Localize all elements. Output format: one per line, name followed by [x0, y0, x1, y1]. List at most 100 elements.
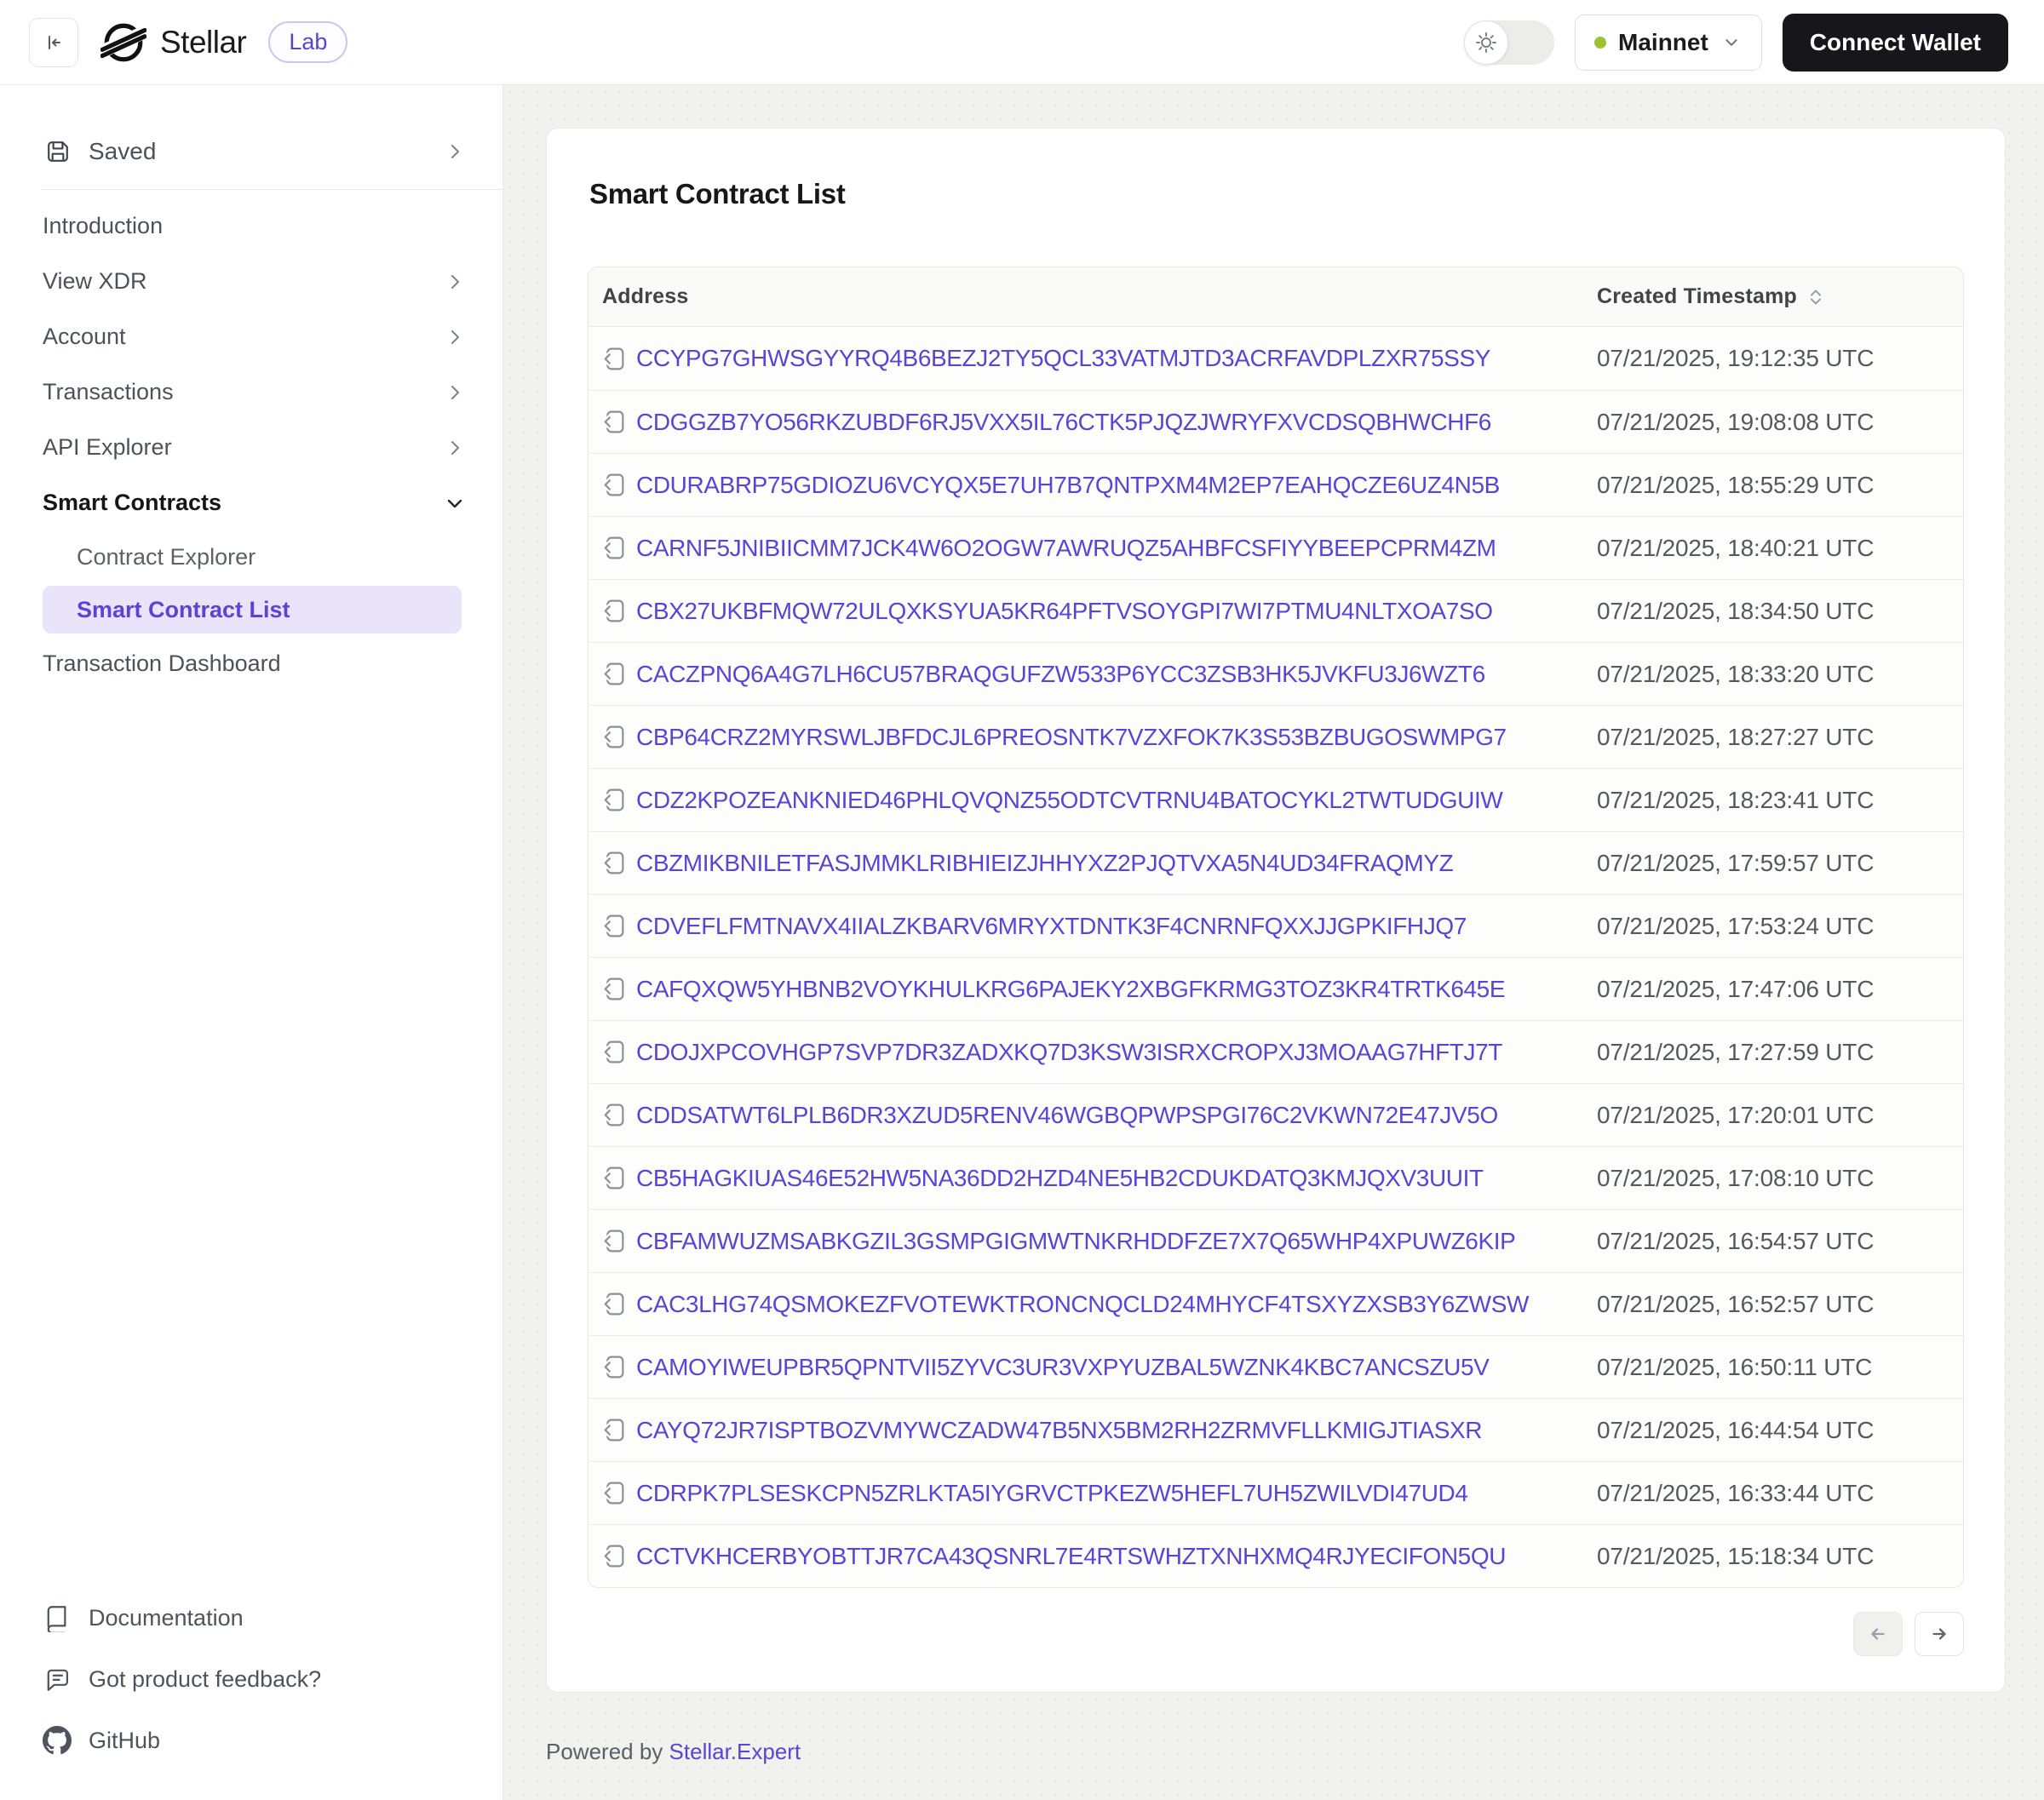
address-cell: CB5HAGKIUAS46E52HW5NA36DD2HZD4NE5HB2CDUK… — [589, 1165, 1597, 1192]
contract-icon — [600, 1291, 627, 1317]
table-row: CCYPG7GHWSGYYRQ4B6BEZJ2TY5QCL33VATMJTD3A… — [589, 327, 1963, 390]
sidebar-item-label: Saved — [89, 138, 445, 165]
table-row: CAFQXQW5YHBNB2VOYKHULKRG6PAJEKY2XBGFKRMG… — [589, 957, 1963, 1020]
contract-address-link[interactable]: CDOJXPCOVHGP7SVP7DR3ZADXKQ7D3KSW3ISRXCRO… — [636, 1039, 1502, 1066]
contract-icon — [600, 1039, 627, 1065]
feedback-chat-icon — [43, 1665, 72, 1694]
address-cell: CCTVKHCERBYOBTTJR7CA43QSNRL7E4RTSWHZTXNH… — [589, 1543, 1597, 1570]
table-row: CDRPK7PLSESKCPN5ZRLKTA5IYGRVCTPKEZW5HEFL… — [589, 1461, 1963, 1524]
column-header-address: Address — [589, 284, 1597, 309]
sidebar-collapse-button[interactable] — [29, 18, 78, 67]
chevron-down-icon — [1720, 32, 1743, 54]
address-cell: CCYPG7GHWSGYYRQ4B6BEZJ2TY5QCL33VATMJTD3A… — [589, 345, 1597, 372]
address-cell: CBP64CRZ2MYRSWLJBFDCJL6PREOSNTK7VZXFOK7K… — [589, 724, 1597, 751]
contract-address-link[interactable]: CBX27UKBFMQW72ULQXKSYUA5KR64PFTVSOYGPI7W… — [636, 598, 1493, 625]
address-cell: CDRPK7PLSESKCPN5ZRLKTA5IYGRVCTPKEZW5HEFL… — [589, 1480, 1597, 1507]
table-row: CB5HAGKIUAS46E52HW5NA36DD2HZD4NE5HB2CDUK… — [589, 1146, 1963, 1209]
address-cell: CAFQXQW5YHBNB2VOYKHULKRG6PAJEKY2XBGFKRMG… — [589, 976, 1597, 1003]
created-timestamp: 07/21/2025, 18:23:41 UTC — [1597, 787, 1963, 814]
contract-address-link[interactable]: CBZMIKBNILETFASJMMKLRIBHIEIZJHHYXZ2PJQTV… — [636, 850, 1453, 877]
network-select-button[interactable]: Mainnet — [1575, 14, 1762, 71]
page-title: Smart Contract List — [589, 178, 1964, 210]
created-timestamp: 07/21/2025, 19:08:08 UTC — [1597, 409, 1963, 436]
created-timestamp: 07/21/2025, 18:40:21 UTC — [1597, 535, 1963, 562]
sidebar-item-contract-explorer[interactable]: Contract Explorer — [0, 530, 502, 583]
sidebar-item-documentation[interactable]: Documentation — [43, 1587, 460, 1648]
sidebar-item-feedback[interactable]: Got product feedback? — [43, 1648, 460, 1710]
contract-address-link[interactable]: CAMOYIWEUPBR5QPNTVII5ZYVC3UR3VXPYUZBAL5W… — [636, 1354, 1489, 1381]
pagination-prev-button[interactable] — [1853, 1612, 1903, 1656]
contract-address-link[interactable]: CDURABRP75GDIOZU6VCYQX5E7UH7B7QNTPXM4M2E… — [636, 472, 1500, 499]
contract-address-link[interactable]: CDZ2KPOZEANKNIED46PHLQVQNZ55ODTCVTRNU4BA… — [636, 787, 1502, 814]
stellar-expert-link[interactable]: Stellar.Expert — [669, 1739, 801, 1764]
created-timestamp: 07/21/2025, 17:27:59 UTC — [1597, 1039, 1963, 1066]
created-timestamp: 07/21/2025, 17:47:06 UTC — [1597, 976, 1963, 1003]
contract-address-link[interactable]: CACZPNQ6A4G7LH6CU57BRAQGUFZW533P6YCC3ZSB… — [636, 661, 1485, 688]
created-timestamp: 07/21/2025, 17:53:24 UTC — [1597, 913, 1963, 940]
brand-link[interactable]: Stellar Lab — [100, 20, 347, 66]
contract-address-link[interactable]: CBFAMWUZMSABKGZIL3GSMPGIGMWTNKRHDDFZE7X7… — [636, 1228, 1515, 1255]
sidebar-item-github[interactable]: GitHub — [43, 1710, 460, 1771]
contract-address-link[interactable]: CB5HAGKIUAS46E52HW5NA36DD2HZD4NE5HB2CDUK… — [636, 1165, 1484, 1192]
arrow-left-icon — [1865, 1621, 1891, 1647]
sidebar-item-transactions[interactable]: Transactions — [0, 364, 502, 420]
chevron-right-icon — [445, 438, 465, 458]
created-timestamp: 07/21/2025, 16:50:11 UTC — [1597, 1354, 1963, 1381]
table-row: CAYQ72JR7ISPTBOZVMYWCZADW47B5NX5BM2RH2ZR… — [589, 1398, 1963, 1461]
sidebar-item-smart-contract-list[interactable]: Smart Contract List — [43, 586, 462, 633]
contract-icon — [600, 409, 627, 435]
contract-address-link[interactable]: CAYQ72JR7ISPTBOZVMYWCZADW47B5NX5BM2RH2ZR… — [636, 1417, 1482, 1444]
table-row: CDVEFLFMTNAVX4IIALZKBARV6MRYXTDNTK3F4CNR… — [589, 894, 1963, 957]
created-timestamp: 07/21/2025, 15:18:34 UTC — [1597, 1543, 1963, 1570]
contract-icon — [600, 346, 627, 372]
created-timestamp: 07/21/2025, 16:33:44 UTC — [1597, 1480, 1963, 1507]
chevron-right-icon — [445, 327, 465, 347]
sidebar-item-api-explorer[interactable]: API Explorer — [0, 420, 502, 475]
address-cell: CBZMIKBNILETFASJMMKLRIBHIEIZJHHYXZ2PJQTV… — [589, 850, 1597, 877]
created-timestamp: 07/21/2025, 18:27:27 UTC — [1597, 724, 1963, 751]
sidebar-item-transaction-dashboard[interactable]: Transaction Dashboard — [0, 636, 502, 691]
sidebar-item-smart-contracts[interactable]: Smart Contracts — [0, 475, 502, 530]
pagination-next-button[interactable] — [1915, 1612, 1964, 1656]
sidebar-item-account[interactable]: Account — [0, 309, 502, 364]
contract-address-link[interactable]: CCYPG7GHWSGYYRQ4B6BEZJ2TY5QCL33VATMJTD3A… — [636, 345, 1490, 372]
contract-address-link[interactable]: CDDSATWT6LPLB6DR3XZUD5RENV46WGBQPWPSPGI7… — [636, 1102, 1498, 1129]
table-row: CDURABRP75GDIOZU6VCYQX5E7UH7B7QNTPXM4M2E… — [589, 453, 1963, 516]
contract-address-link[interactable]: CBP64CRZ2MYRSWLJBFDCJL6PREOSNTK7VZXFOK7K… — [636, 724, 1507, 751]
connect-wallet-button[interactable]: Connect Wallet — [1783, 14, 2008, 72]
contract-address-link[interactable]: CDRPK7PLSESKCPN5ZRLKTA5IYGRVCTPKEZW5HEFL… — [636, 1480, 1468, 1507]
smart-contract-list-card: Smart Contract List Address Created Time… — [546, 128, 2006, 1693]
book-icon — [43, 1603, 72, 1632]
contract-address-link[interactable]: CDVEFLFMTNAVX4IIALZKBARV6MRYXTDNTK3F4CNR… — [636, 913, 1467, 940]
sidebar-item-introduction[interactable]: Introduction — [0, 198, 502, 254]
address-cell: CBX27UKBFMQW72ULQXKSYUA5KR64PFTVSOYGPI7W… — [589, 598, 1597, 625]
table-row: CDOJXPCOVHGP7SVP7DR3ZADXKQ7D3KSW3ISRXCRO… — [589, 1020, 1963, 1083]
network-status-dot — [1594, 37, 1606, 49]
created-timestamp: 07/21/2025, 16:52:57 UTC — [1597, 1291, 1963, 1318]
table-row: CAMOYIWEUPBR5QPNTVII5ZYVC3UR3VXPYUZBAL5W… — [589, 1335, 1963, 1398]
contract-icon — [600, 724, 627, 750]
table-header-row: Address Created Timestamp — [589, 267, 1963, 327]
column-header-created-timestamp[interactable]: Created Timestamp — [1597, 284, 1963, 309]
contract-address-link[interactable]: CAFQXQW5YHBNB2VOYKHULKRG6PAJEKY2XBGFKRMG… — [636, 976, 1505, 1003]
contract-address-link[interactable]: CARNF5JNIBIICMM7JCK4W6O2OGW7AWRUQZ5AHBFC… — [636, 535, 1496, 562]
contract-icon — [600, 787, 627, 813]
contract-address-link[interactable]: CAC3LHG74QSMOKEZFVOTEWKTRONCNQCLD24MHYCF… — [636, 1291, 1529, 1318]
contracts-table: Address Created Timestamp CCYPG7GHWSGYYR… — [588, 267, 1964, 1588]
sun-icon — [1474, 31, 1498, 54]
contract-address-link[interactable]: CCTVKHCERBYOBTTJR7CA43QSNRL7E4RTSWHZTXNH… — [636, 1543, 1506, 1570]
table-row: CAC3LHG74QSMOKEZFVOTEWKTRONCNQCLD24MHYCF… — [589, 1272, 1963, 1335]
theme-toggle[interactable] — [1464, 20, 1554, 65]
sidebar-item-saved[interactable]: Saved — [0, 124, 502, 179]
sidebar-item-label: API Explorer — [43, 434, 172, 461]
sidebar-item-label: View XDR — [43, 268, 147, 295]
contract-icon — [600, 1354, 627, 1380]
chevron-right-icon — [445, 141, 465, 162]
contract-icon — [600, 1417, 627, 1443]
contract-address-link[interactable]: CDGGZB7YO56RKZUBDF6RJ5VXX5IL76CTK5PJQZJW… — [636, 409, 1491, 436]
table-row: CDZ2KPOZEANKNIED46PHLQVQNZ55ODTCVTRNU4BA… — [589, 768, 1963, 831]
sidebar-item-view-xdr[interactable]: View XDR — [0, 254, 502, 309]
sidebar-spacer — [0, 691, 502, 1587]
address-cell: CAYQ72JR7ISPTBOZVMYWCZADW47B5NX5BM2RH2ZR… — [589, 1417, 1597, 1444]
column-header-label: Created Timestamp — [1597, 284, 1797, 309]
